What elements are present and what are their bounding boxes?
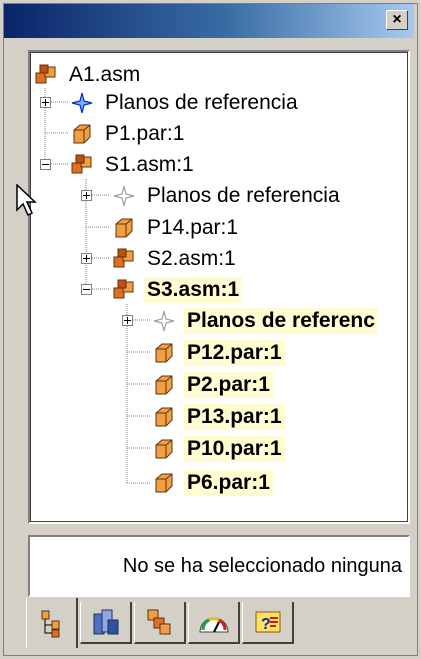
selection-status-box: No se ha seleccionado ninguna xyxy=(28,535,410,597)
assembly-pathfinder-panel: × A1.asm Planos de referencia P1.par:1 S… xyxy=(0,0,421,659)
part-icon xyxy=(155,343,173,363)
tree-node-label: P2.par:1 xyxy=(184,372,273,398)
tree-node-reference-planes[interactable]: Planos de referencia xyxy=(112,182,343,210)
tree-node-p12-par[interactable]: P12.par:1 xyxy=(152,339,285,367)
tree-node-label: A1.asm xyxy=(69,63,141,86)
part-icon xyxy=(155,407,173,427)
collapse-toggle[interactable] xyxy=(81,284,92,295)
expand-toggle[interactable] xyxy=(122,315,133,326)
feature-tree-icon xyxy=(41,610,59,638)
tree-node-label: Planos de referencia xyxy=(105,91,298,114)
tab-gauge[interactable] xyxy=(188,602,240,644)
expand-toggle[interactable] xyxy=(81,190,92,201)
tree-node-p14-par[interactable]: P14.par:1 xyxy=(112,214,241,242)
tree-node-label: Planos de referencia xyxy=(147,184,340,207)
reference-planes-gray-icon xyxy=(113,185,135,207)
assembly-icon xyxy=(71,154,92,174)
tab-help[interactable]: ? xyxy=(242,602,294,644)
tree-node-label: P6.par:1 xyxy=(184,470,273,496)
part-icon xyxy=(155,473,173,493)
reference-planes-gray-icon xyxy=(153,310,175,332)
panel-tab-strip: ? xyxy=(26,598,416,648)
close-button[interactable]: × xyxy=(386,10,408,30)
panel-title-bar[interactable]: × xyxy=(4,4,414,38)
tree-node-label: S3.asm:1 xyxy=(144,277,243,303)
part-icon xyxy=(73,124,91,144)
tree-node-p2-par[interactable]: P2.par:1 xyxy=(152,371,273,399)
library-icon xyxy=(93,609,118,635)
assembly-tree[interactable]: A1.asm Planos de referencia P1.par:1 S1.… xyxy=(28,50,410,524)
expand-toggle[interactable] xyxy=(40,97,51,108)
tab-layers[interactable] xyxy=(134,602,186,644)
tree-node-s2-asm[interactable]: S2.asm:1 xyxy=(112,245,239,273)
tree-node-p6-par[interactable]: P6.par:1 xyxy=(152,469,273,497)
tree-node-p1-par[interactable]: P1.par:1 xyxy=(70,120,187,148)
help-icon: ? xyxy=(255,611,280,633)
collapse-toggle[interactable] xyxy=(40,159,51,170)
part-icon xyxy=(155,439,173,459)
mouse-cursor-icon xyxy=(16,184,37,217)
svg-text:?: ? xyxy=(261,616,271,633)
tree-node-s3-asm[interactable]: S3.asm:1 xyxy=(112,276,243,304)
part-icon xyxy=(155,375,173,395)
tree-node-reference-planes[interactable]: Planos de referencia xyxy=(70,89,301,117)
tree-node-label: P14.par:1 xyxy=(147,216,239,239)
tree-node-reference-planes[interactable]: Planos de referenc xyxy=(152,307,378,335)
reference-planes-icon xyxy=(71,92,93,114)
part-icon xyxy=(115,218,133,238)
tree-node-label: P13.par:1 xyxy=(184,404,285,430)
tree-node-label: S2.asm:1 xyxy=(147,247,236,270)
tree-node-p10-par[interactable]: P10.par:1 xyxy=(152,435,285,463)
status-text: No se ha seleccionado ninguna xyxy=(122,554,402,577)
assembly-icon xyxy=(113,248,134,268)
assembly-icon xyxy=(113,279,134,299)
tree-node-label: S1.asm:1 xyxy=(105,153,194,176)
gauge-icon xyxy=(198,617,229,633)
tree-node-s1-asm[interactable]: S1.asm:1 xyxy=(70,151,197,179)
tree-node-label: P12.par:1 xyxy=(184,340,285,366)
tree-node-label: Planos de referenc xyxy=(184,308,378,334)
tree-node-label: P10.par:1 xyxy=(184,436,285,462)
tree-node-p13-par[interactable]: P13.par:1 xyxy=(152,403,285,431)
tree-node-label: P1.par:1 xyxy=(105,122,185,145)
close-icon: × xyxy=(392,11,402,28)
layers-icon xyxy=(147,609,170,635)
tab-library[interactable] xyxy=(80,602,132,644)
tree-node-a1-asm[interactable]: A1.asm xyxy=(34,61,143,89)
expand-toggle[interactable] xyxy=(81,253,92,264)
tab-feature-tree[interactable] xyxy=(26,598,78,648)
assembly-icon xyxy=(35,64,56,84)
